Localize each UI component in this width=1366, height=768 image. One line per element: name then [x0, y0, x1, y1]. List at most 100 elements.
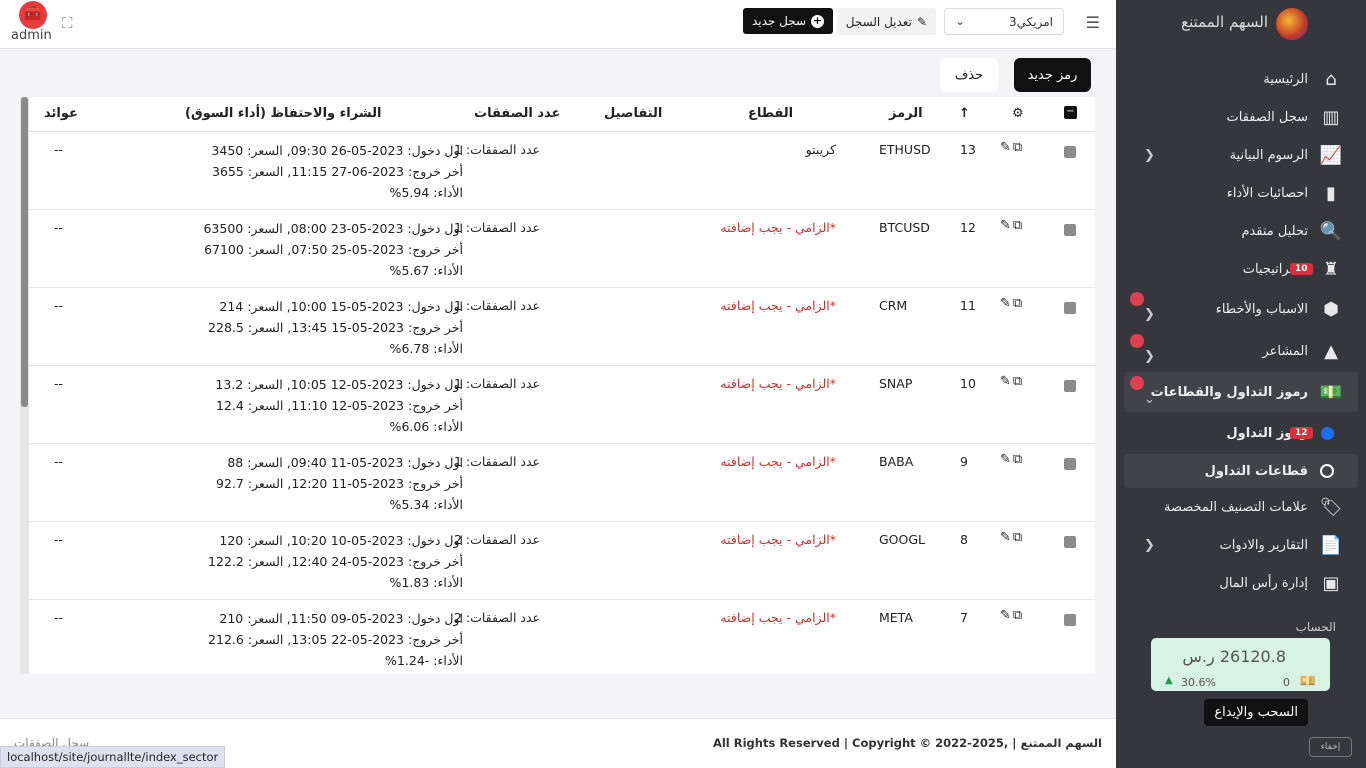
- footer-copyright: All Rights Reserved | Copyright © 2022-2…: [712, 736, 1102, 750]
- sidebar-item-journal[interactable]: ▥ سجل الصفقات: [1116, 98, 1366, 136]
- chevron-left-icon: ❮: [1144, 537, 1155, 553]
- sidebar-item-charts[interactable]: 📈 الرسوم البيانية ❮: [1116, 136, 1366, 174]
- table-row[interactable]: ⧉✎ 13 ETHUSD كريبتو عدد الصفقات: 1 اول دخول: …: [29, 132, 1095, 210]
- sidebar-item-trading-sectors[interactable]: قطاعات التداول: [1124, 454, 1358, 488]
- table-row[interactable]: ⧉✎ 10 SNAP *الزامي - يجب إضافته عدد الصفقات:…: [29, 366, 1095, 444]
- bar-chart-icon: ▮: [1326, 182, 1336, 204]
- edit-journal-label: تعديل السجل: [845, 14, 912, 29]
- edit-icon[interactable]: ✎: [1000, 374, 1013, 389]
- sidebar-item-label: تحليل متقدم: [1241, 223, 1308, 239]
- select-all-checkbox[interactable]: −: [1064, 106, 1077, 119]
- row-exit: أخر خروج: 2023-06-27 11:15, السعر: 3655: [212, 164, 463, 179]
- copy-icon[interactable]: ⧉: [1013, 452, 1024, 467]
- header-symbol[interactable]: الرمز: [889, 106, 923, 121]
- row-checkbox[interactable]: [1064, 146, 1076, 158]
- brand-logo: [1276, 8, 1308, 40]
- sidebar-item-strategies[interactable]: ♜ استراتيجيات 10: [1116, 250, 1366, 288]
- copy-icon[interactable]: ⧉: [1013, 530, 1024, 545]
- edit-journal-button[interactable]: ✎ تعديل السجل: [836, 8, 936, 35]
- header-trades[interactable]: عدد الصفقات: [474, 106, 560, 121]
- new-symbol-button[interactable]: رمز جديد: [1014, 58, 1091, 92]
- row-returns: --: [54, 376, 64, 391]
- sidebar-item-home[interactable]: ⌂ الرئيسية: [1116, 60, 1366, 98]
- row-number: 12: [960, 220, 976, 235]
- delete-button[interactable]: حذف: [940, 58, 998, 92]
- sidebar-item-capital[interactable]: ▣ إدارة رأس المال: [1116, 564, 1366, 602]
- row-symbol[interactable]: ETHUSD: [879, 142, 931, 157]
- edit-icon[interactable]: ✎: [1000, 140, 1013, 155]
- header-sector[interactable]: القطاع: [748, 106, 793, 121]
- brand[interactable]: السهم الممتنع: [1116, 0, 1366, 48]
- row-symbol[interactable]: BABA: [879, 454, 913, 469]
- row-checkbox[interactable]: [1064, 302, 1076, 314]
- hide-sidebar-button[interactable]: إخفاء: [1309, 737, 1352, 757]
- caret-up-icon: ▲: [1165, 675, 1173, 686]
- row-symbol[interactable]: CRM: [879, 298, 907, 313]
- header-returns[interactable]: عوائد: [44, 106, 78, 121]
- row-entry: اول دخول: 2023-05-23 08:00, السعر: 63500: [203, 221, 463, 236]
- row-buyhold: اول دخول: 2023-05-26 09:30, السعر: 3450 أ…: [211, 140, 463, 203]
- row-sector: *الزامي - يجب إضافته: [720, 610, 836, 625]
- chart-line-icon: 📈: [1319, 144, 1343, 166]
- edit-icon: ✎: [916, 14, 927, 29]
- row-trades: عدد الصفقات: 2: [453, 532, 540, 547]
- table-row[interactable]: ⧉✎ 8 GOOGL *الزامي - يجب إضافته عدد الصفقات:…: [29, 522, 1095, 600]
- sidebar-item-symbols-sectors[interactable]: 💵 رموز التداول والقطاعات ⌄: [1124, 372, 1358, 412]
- row-checkbox[interactable]: [1064, 536, 1076, 548]
- row-symbol[interactable]: SNAP: [879, 376, 912, 391]
- sidebar-item-analysis[interactable]: 🔍 تحليل متقدم: [1116, 212, 1366, 250]
- cubes-icon: ⬢: [1323, 298, 1339, 320]
- account-select[interactable]: امريكي3 ⌄: [944, 8, 1064, 35]
- copy-icon[interactable]: ⧉: [1013, 140, 1024, 155]
- table-row[interactable]: ⧉✎ 12 BTCUSD *الزامي - يجب إضافته عدد الصفقا…: [29, 210, 1095, 288]
- status-url: localhost/site/journallte/index_sector: [0, 746, 226, 768]
- row-symbol[interactable]: META: [879, 610, 913, 625]
- row-checkbox[interactable]: [1064, 224, 1076, 236]
- sidebar-item-emotions[interactable]: ▲ المشاعر ❮: [1116, 330, 1366, 372]
- edit-icon[interactable]: ✎: [1000, 530, 1013, 545]
- row-entry: اول دخول: 2023-05-11 09:40, السعر: 88: [227, 455, 463, 470]
- edit-icon[interactable]: ✎: [1000, 218, 1013, 233]
- sidebar-item-tags[interactable]: 🏷 علامات التصنيف المخصصة: [1116, 488, 1366, 526]
- balance-card[interactable]: 26120.8 ر.س 💴 0 30.6% ▲: [1151, 638, 1330, 691]
- fullscreen-icon[interactable]: ⛶: [62, 14, 73, 32]
- table-row[interactable]: ⧉✎ 7 META *الزامي - يجب إضافته عدد الصفقات: …: [29, 600, 1095, 674]
- copy-icon[interactable]: ⧉: [1013, 296, 1024, 311]
- symbols-table: − ⚙ ↑ الرمز القطاع التفاصيل عدد الصفقات …: [20, 97, 1095, 674]
- journal-icon: ▥: [1322, 106, 1340, 128]
- sort-arrow-up-icon[interactable]: ↑: [959, 106, 970, 121]
- new-journal-button[interactable]: + سجل جديد: [742, 8, 833, 34]
- header-details[interactable]: التفاصيل: [604, 106, 662, 121]
- row-checkbox[interactable]: [1064, 458, 1076, 470]
- brand-title: السهم الممتنع: [1181, 13, 1268, 31]
- sidebar-item-label: سجل الصفقات: [1226, 109, 1308, 125]
- row-trades: عدد الصفقات: 2: [453, 610, 540, 625]
- row-checkbox[interactable]: [1064, 614, 1076, 626]
- avatar[interactable]: 🧰: [19, 1, 47, 29]
- table-row[interactable]: ⧉✎ 9 BABA *الزامي - يجب إضافته عدد الصفقات: …: [29, 444, 1095, 522]
- copy-icon[interactable]: ⧉: [1013, 374, 1024, 389]
- row-symbol[interactable]: GOOGL: [879, 532, 925, 547]
- header-buyhold[interactable]: الشراء والاحتفاظ (أداء السوق): [185, 106, 381, 121]
- edit-icon[interactable]: ✎: [1000, 296, 1013, 311]
- new-journal-label: سجل جديد: [751, 14, 806, 28]
- hamburger-icon[interactable]: ☰: [1086, 13, 1100, 32]
- sidebar-item-reports[interactable]: 📄 التقارير والادوات ❮: [1116, 526, 1366, 564]
- table-row[interactable]: ⧉✎ 11 CRM *الزامي - يجب إضافته عدد الصفقات: …: [29, 288, 1095, 366]
- sidebar-item-label: رموز التداول والقطاعات: [1150, 384, 1308, 400]
- chevron-down-icon: ⌄: [955, 14, 966, 28]
- table-scrollbar[interactable]: [20, 97, 29, 674]
- edit-icon[interactable]: ✎: [1000, 452, 1013, 467]
- row-checkbox[interactable]: [1064, 380, 1076, 392]
- edit-icon[interactable]: ✎: [1000, 608, 1013, 623]
- copy-icon[interactable]: ⧉: [1013, 218, 1024, 233]
- chevron-left-icon: ❮: [1144, 349, 1155, 364]
- settings-icon[interactable]: ⚙: [1012, 106, 1024, 121]
- sidebar-item-trading-symbols[interactable]: رموز التداول 12: [1116, 412, 1366, 454]
- row-performance: الأداء: 5.67%: [389, 263, 463, 278]
- sidebar-item-stats[interactable]: ▮ احصائيات الأداء: [1116, 174, 1366, 212]
- row-symbol[interactable]: BTCUSD: [879, 220, 930, 235]
- copy-icon[interactable]: ⧉: [1013, 608, 1024, 623]
- scroll-thumb[interactable]: [21, 97, 28, 407]
- sidebar-item-reasons[interactable]: ⬢ الاسباب والأخطاء ❮: [1116, 288, 1366, 330]
